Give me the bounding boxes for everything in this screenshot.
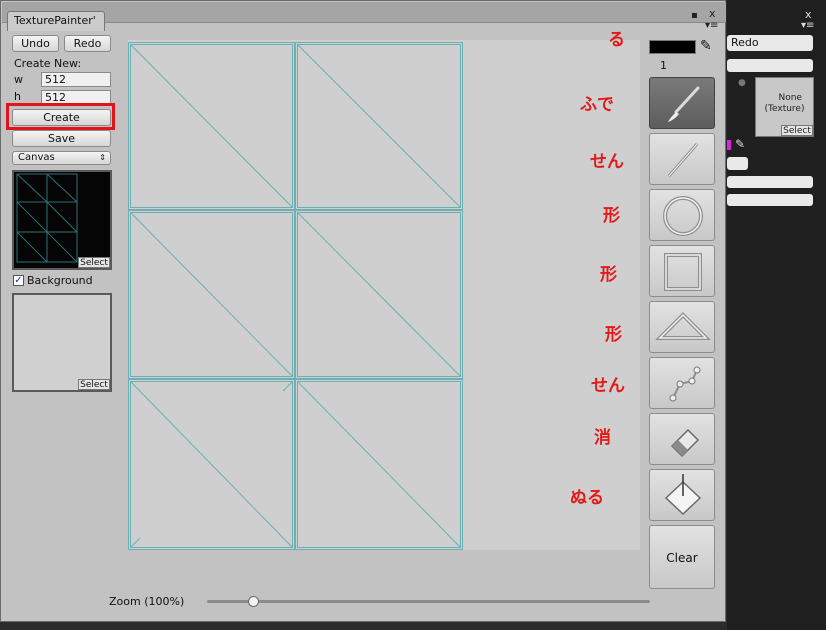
- brush-icon: [668, 86, 700, 122]
- select-arrows-icon: ⇕: [99, 153, 106, 162]
- fill-tool-button[interactable]: [649, 469, 715, 521]
- background-label: Background: [27, 274, 93, 287]
- eraser-tool-button[interactable]: [649, 413, 715, 465]
- annotation-label: ぬる: [570, 488, 604, 508]
- eyedropper-icon[interactable]: ✎: [700, 38, 712, 54]
- maximize-icon[interactable]: ▪: [691, 11, 698, 21]
- create-new-label: Create New:: [14, 57, 82, 70]
- texture-slot[interactable]: None (Texture) Select: [755, 77, 814, 137]
- eraser-icon: [670, 428, 700, 458]
- inspector-panel: x ▾≡ Redo ● None (Texture) Select ✎: [727, 0, 826, 630]
- inspector-eyedropper-icon[interactable]: ✎: [735, 137, 745, 151]
- close-icon[interactable]: x: [709, 8, 716, 19]
- create-button[interactable]: Create: [12, 109, 111, 126]
- zoom-slider-track[interactable]: [207, 600, 650, 603]
- background-preview-thumbnail: Select: [12, 293, 112, 392]
- width-label: w: [14, 73, 23, 86]
- inspector-field[interactable]: [727, 59, 813, 72]
- inspector-redo-button[interactable]: Redo: [727, 35, 813, 51]
- mode-select[interactable]: Canvas ⇕: [12, 151, 111, 165]
- annotation-label: 形: [600, 265, 617, 285]
- clear-button[interactable]: Clear: [649, 525, 715, 589]
- tab-title: TexturePainter': [14, 14, 96, 27]
- zoom-label: Zoom (100%): [109, 595, 185, 608]
- inspector-bar[interactable]: [727, 194, 813, 206]
- canvas-preview-grid: [16, 173, 78, 263]
- height-label: h: [14, 90, 21, 103]
- annotation-label: せん: [590, 152, 624, 172]
- magenta-swatch[interactable]: [727, 140, 731, 150]
- fill-bucket-icon: [664, 474, 702, 516]
- annotation-label: 消: [594, 428, 611, 448]
- brush-tool-button[interactable]: [649, 77, 715, 129]
- line-tool-button[interactable]: [649, 133, 715, 185]
- canvas-select-button[interactable]: Select: [78, 257, 110, 268]
- inspector-menu-icon[interactable]: ▾≡: [801, 20, 814, 31]
- rectangle-tool-button[interactable]: [649, 245, 715, 297]
- circle-tool-button[interactable]: [649, 189, 715, 241]
- zoom-slider-thumb[interactable]: [248, 596, 259, 607]
- annotation-label: 形: [603, 206, 620, 226]
- background-select-button[interactable]: Select: [78, 379, 110, 390]
- redo-button[interactable]: Redo: [64, 35, 111, 52]
- rectangle-icon: [664, 253, 702, 291]
- annotation-label: ふで: [580, 95, 614, 115]
- mode-select-value: Canvas: [18, 152, 55, 163]
- inspector-bar[interactable]: [727, 176, 813, 188]
- annotation-label: る: [608, 30, 625, 50]
- texture-slot-label: None (Texture): [764, 93, 805, 114]
- brush-size-value: 1: [660, 59, 667, 72]
- canvas-diagonals: [130, 44, 461, 548]
- polyline-icon: [669, 366, 701, 402]
- annotation-label: せん: [591, 376, 625, 396]
- width-field[interactable]: 512: [41, 72, 111, 87]
- tab-strip: [2, 2, 726, 23]
- paint-canvas[interactable]: [128, 40, 640, 550]
- annotation-label: 形: [605, 325, 622, 345]
- circle-icon: [663, 196, 703, 236]
- polyline-tool-button[interactable]: [649, 357, 715, 409]
- tab-texturepainter[interactable]: TexturePainter': [7, 11, 105, 31]
- save-button[interactable]: Save: [12, 130, 111, 147]
- triangle-tool-button[interactable]: [649, 301, 715, 353]
- tab-menu-icon[interactable]: ▾≡: [705, 21, 718, 31]
- inspector-dot-icon: ●: [738, 78, 746, 88]
- texture-select-button[interactable]: Select: [781, 125, 813, 136]
- background-checkbox[interactable]: ✓: [13, 275, 24, 286]
- triangle-icon: [655, 312, 711, 340]
- line-icon: [667, 143, 699, 177]
- canvas-preview-thumbnail: Select: [12, 170, 112, 270]
- undo-button[interactable]: Undo: [12, 35, 59, 52]
- inspector-small-field[interactable]: [727, 157, 748, 170]
- color-swatch[interactable]: [649, 40, 696, 54]
